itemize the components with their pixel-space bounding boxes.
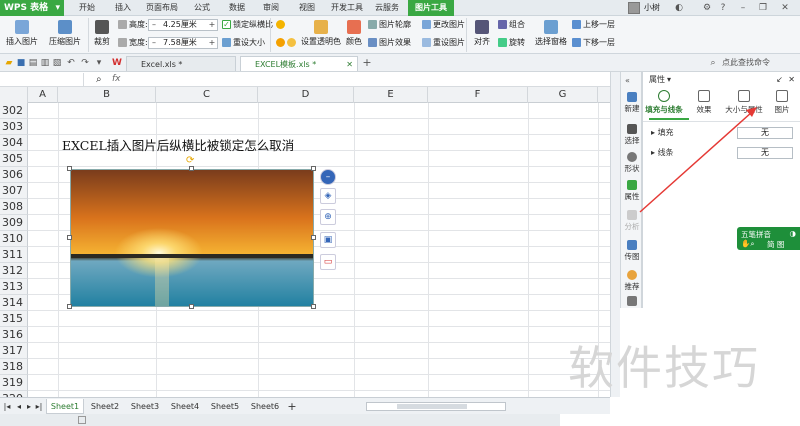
- arrow-line: [639, 111, 753, 213]
- watermark: 软件技巧: [568, 341, 760, 395]
